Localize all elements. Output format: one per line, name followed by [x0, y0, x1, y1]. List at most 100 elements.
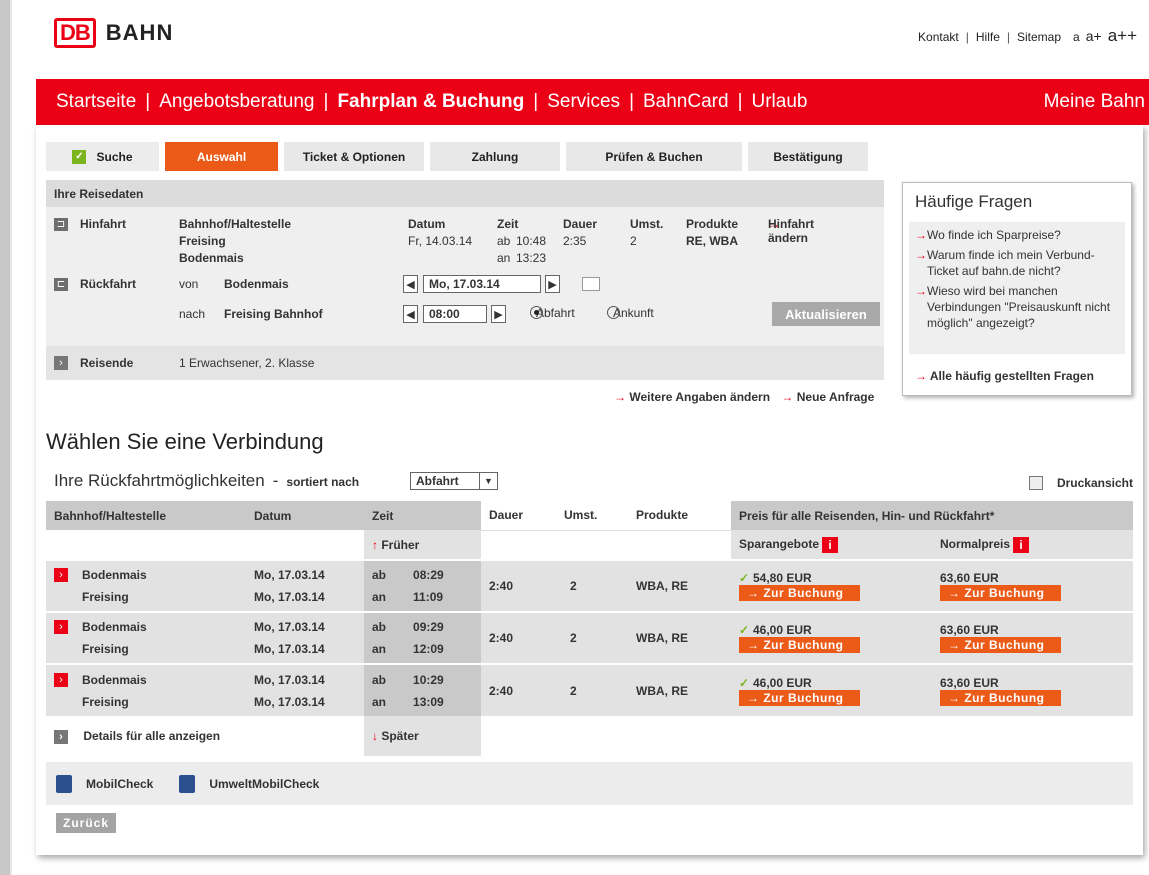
info-icon[interactable]: i — [1013, 536, 1030, 553]
expand-row-icon[interactable]: › — [54, 620, 68, 634]
nav-separator: | — [629, 91, 634, 112]
arrow-right-icon: → — [915, 369, 927, 383]
reisende-value: 1 Erwachsener, 2. Klasse — [179, 356, 315, 370]
zur-buchung-normal-button[interactable]: → Zur Buchung — [940, 689, 1061, 706]
weitere-angaben-link[interactable]: Weitere Angaben ändern — [629, 390, 770, 404]
hin-ab-time: 10:48 — [516, 234, 547, 248]
hin-umst: 2 — [630, 234, 637, 248]
row-ab: ab — [372, 568, 387, 582]
nav-services[interactable]: Services — [547, 91, 620, 113]
sort-select[interactable]: Abfahrt ▼ — [410, 472, 498, 490]
main-nav: Startseite | Angebotsberatung | Fahrplan… — [36, 79, 1149, 125]
expand-row-icon[interactable]: › — [54, 568, 68, 582]
faq-item[interactable]: → Wo finde ich Sparpreise? — [915, 227, 1119, 243]
row-dauer: 2:40 — [481, 611, 556, 664]
von-value: Bodenmais — [224, 277, 289, 291]
nav-fahrplan-buchung[interactable]: Fahrplan & Buchung — [337, 91, 524, 113]
date-next-button[interactable]: ▶ — [545, 275, 560, 293]
reisende-label: Reisende — [80, 356, 134, 370]
connections-table: Bahnhof/Haltestelle Datum Zeit Dauer Ums… — [46, 501, 1133, 756]
hin-from: Freising — [179, 234, 226, 248]
date-input[interactable]: Mo, 17.03.14 — [423, 275, 541, 293]
calendar-icon[interactable] — [582, 277, 600, 291]
time-next-button[interactable]: ▶ — [491, 305, 506, 323]
nav-meine-bahn[interactable]: Meine Bahn — [1044, 91, 1145, 113]
nav-separator: | — [145, 91, 151, 112]
hin-an: an — [497, 251, 511, 265]
font-size-small[interactable]: a — [1073, 30, 1080, 44]
check-icon: ✓ — [739, 675, 750, 690]
check-icon: ✓ — [739, 571, 750, 585]
zur-buchung-normal-button[interactable]: → Zur Buchung — [940, 637, 1061, 653]
step-bestaetigung: Bestätigung — [748, 142, 868, 171]
row-an: an — [372, 590, 387, 604]
faq-list: → Wo finde ich Sparpreise? → Warum finde i… — [909, 222, 1125, 354]
details-all-link[interactable]: › Details für alle anzeigen — [46, 716, 364, 756]
window-edge — [0, 0, 10, 875]
sparangebote-label: Sparangebote — [739, 536, 820, 551]
step-label: Ticket & Optionen — [302, 149, 406, 164]
chevron-right-icon[interactable]: › — [54, 356, 68, 370]
nach-label: nach — [179, 307, 206, 321]
font-size-large[interactable]: a++ — [1108, 26, 1137, 46]
step-suche[interactable]: ✓ Suche — [46, 142, 159, 171]
flower-icon — [179, 774, 196, 793]
date-prev-button[interactable]: ◀ — [403, 275, 418, 293]
table-row[interactable]: › Bodenmais Freising Mo, 17.03.14 Mo, 17… — [46, 559, 1133, 612]
nav-startseite[interactable]: Startseite — [56, 91, 136, 113]
mobilcheck-bar: MobilCheck UmweltMobilCheck — [46, 762, 1133, 805]
time-prev-button[interactable]: ◀ — [403, 305, 418, 323]
nav-separator: | — [323, 91, 329, 112]
page-title: Wählen Sie eine Verbindung — [46, 429, 324, 454]
info-icon[interactable]: i — [822, 536, 839, 553]
mobilcheck-link[interactable]: MobilCheck — [86, 777, 153, 791]
zur-buchung-spar-button[interactable]: → Zur Buchung — [739, 689, 860, 706]
row-date-arr: Mo, 17.03.14 — [254, 694, 325, 709]
abfahrt-radio[interactable]: Abfahrt — [530, 306, 575, 320]
nav-urlaub[interactable]: Urlaub — [752, 91, 808, 113]
th-zeit: Zeit — [364, 501, 481, 530]
print-view-link[interactable]: Druckansicht — [1028, 476, 1133, 490]
row-from: Bodenmais — [82, 568, 147, 582]
nav-bahncard[interactable]: BahnCard — [643, 91, 729, 113]
spaeter-link[interactable]: ↓ Später — [364, 716, 481, 756]
faq-item[interactable]: → Wieso wird bei manchen Verbindungen "Pr… — [915, 283, 1119, 331]
frueher-link[interactable]: ↑ Früher — [364, 530, 481, 560]
table-row[interactable]: › Bodenmais Freising Mo, 17.03.14 Mo, 17… — [46, 663, 1133, 716]
step-auswahl: Auswahl — [165, 142, 278, 171]
zur-buchung-spar-button[interactable]: → Zur Buchung — [739, 637, 860, 653]
arrow-right-icon: → — [781, 390, 794, 404]
rueckfahrt-label: Rückfahrt — [80, 277, 137, 291]
zur-buchung-spar-button[interactable]: → Zur Buchung — [739, 585, 860, 601]
hin-ab: ab — [497, 234, 511, 248]
aktualisieren-button[interactable]: Aktualisieren — [772, 302, 880, 326]
nach-value: Freising Bahnhof — [224, 307, 323, 321]
hin-datum: Fr, 14.03.14 — [408, 234, 473, 248]
font-size-medium[interactable]: a+ — [1086, 28, 1102, 44]
step-label: Zahlung — [471, 149, 519, 164]
faq-all-link[interactable]: → Alle häufig gestellten Fragen — [915, 369, 1094, 383]
faq-item[interactable]: → Warum finde ich mein Verbund-Ticket auf… — [915, 247, 1119, 279]
reisende-row: › Reisende 1 Erwachsener, 2. Klasse — [46, 346, 884, 380]
kontakt-link[interactable]: Kontakt — [918, 30, 959, 44]
row-dep-time: 10:29 — [413, 672, 444, 687]
nav-angebotsberatung[interactable]: Angebotsberatung — [159, 91, 314, 113]
faq-item-label: Wo finde ich Sparpreise? — [927, 228, 1061, 242]
back-button[interactable]: Zurück — [56, 813, 116, 833]
sitemap-link[interactable]: Sitemap — [1017, 30, 1061, 44]
db-logo[interactable]: DB BAHN — [54, 18, 173, 48]
zur-buchung-normal-button[interactable]: → Zur Buchung — [940, 585, 1061, 601]
table-row[interactable]: › Bodenmais Freising Mo, 17.03.14 Mo, 17… — [46, 611, 1133, 664]
neue-anfrage-link[interactable]: Neue Anfrage — [797, 390, 875, 404]
expand-row-icon[interactable]: › — [54, 672, 68, 687]
time-input[interactable]: 08:00 — [423, 305, 487, 323]
col-dauer: Dauer — [563, 217, 598, 231]
sparangebote-head: Sparangebote i — [731, 530, 932, 560]
ankunft-radio[interactable]: Ankunft — [607, 306, 654, 320]
hilfe-link[interactable]: Hilfe — [976, 30, 1000, 44]
step-ticket-optionen: Ticket & Optionen — [284, 142, 424, 171]
logo-box: DB — [54, 18, 96, 48]
details-all-label: Details für alle anzeigen — [83, 728, 221, 743]
umweltmobilcheck-link[interactable]: UmweltMobilCheck — [209, 777, 319, 791]
col-datum: Datum — [408, 217, 446, 231]
